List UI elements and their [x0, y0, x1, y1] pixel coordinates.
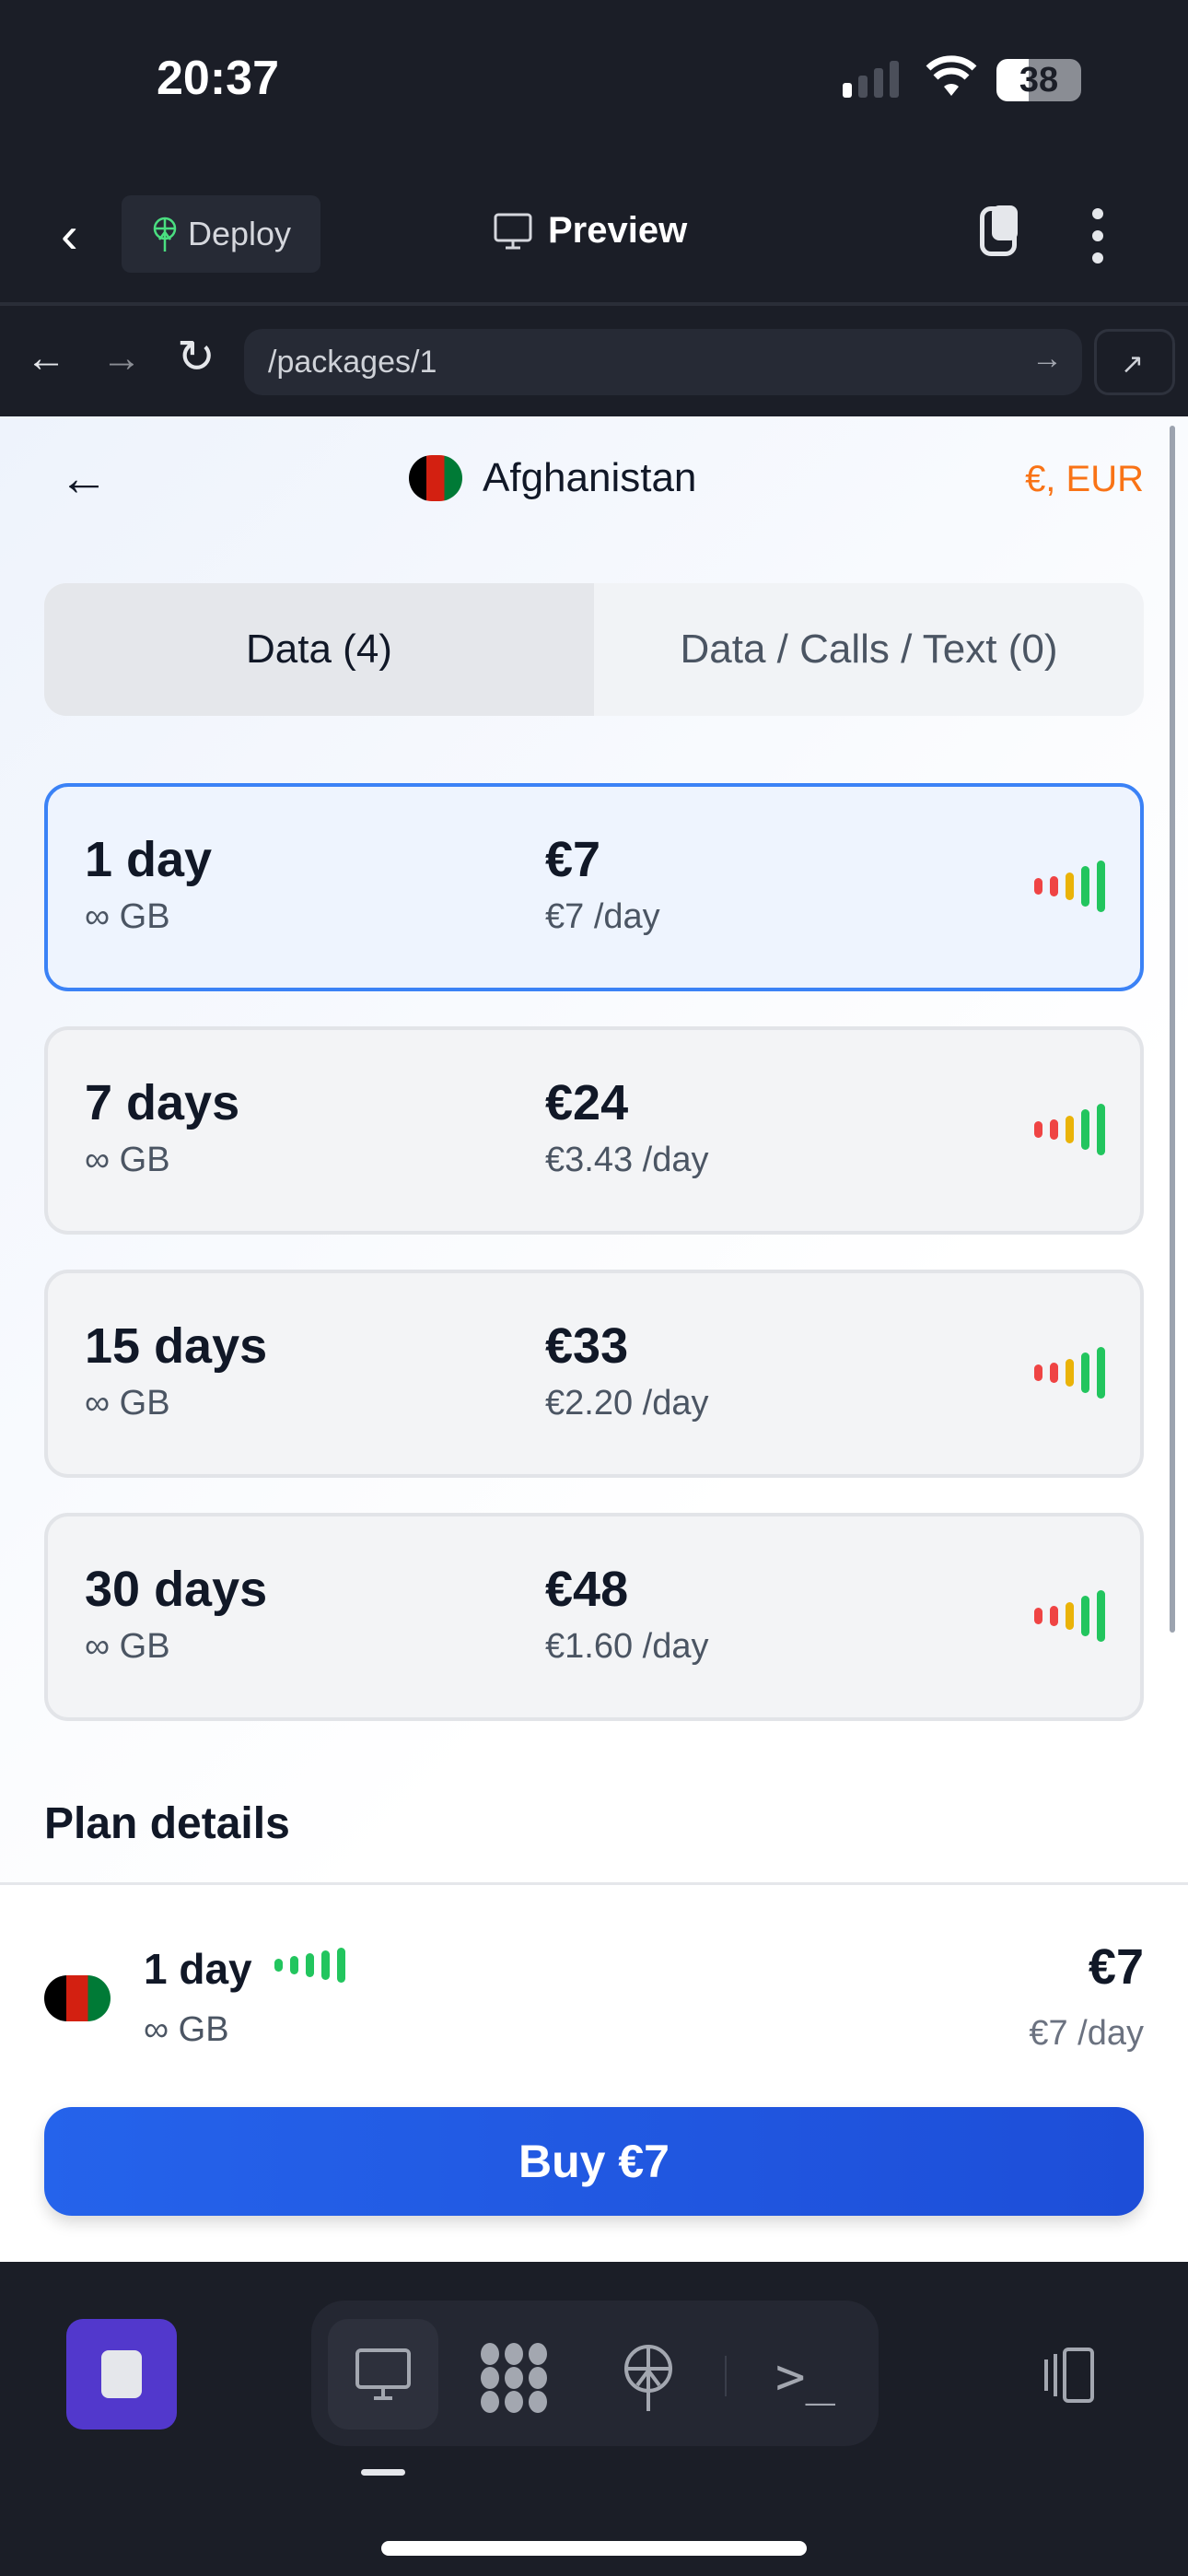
deploy-button[interactable]: Deploy [122, 195, 320, 273]
summary-duration: 1 day [144, 1945, 252, 1993]
battery-indicator: 38 [996, 59, 1081, 101]
afghanistan-flag-icon [409, 455, 462, 501]
plan-type-tabs: Data (4) Data / Calls / Text (0) [44, 583, 1144, 716]
plan-card[interactable]: 30 days ∞ GB €48 €1.60 /day [44, 1513, 1144, 1721]
go-arrow-icon[interactable]: → [1031, 341, 1063, 377]
stop-icon [101, 2350, 142, 2398]
divider [0, 302, 1188, 306]
plan-per-day: €2.20 /day [545, 1384, 709, 1423]
monitor-icon [355, 2348, 411, 2400]
plan-per-day: €7 /day [545, 897, 660, 936]
monitor-icon [494, 213, 532, 249]
preview-label: Preview [548, 210, 688, 251]
apps-tool-button[interactable] [479, 2343, 549, 2418]
plan-card[interactable]: 15 days ∞ GB €33 €2.20 /day [44, 1270, 1144, 1478]
summary-price: €7 [1088, 1939, 1144, 1995]
plan-price: €33 [545, 1318, 629, 1374]
deploy-globe-icon [624, 2345, 672, 2411]
plan-per-day: €3.43 /day [545, 1141, 709, 1179]
plan-duration: 1 day [85, 832, 213, 887]
browser-back-icon[interactable]: ← [26, 335, 66, 381]
deploy-label: Deploy [187, 215, 292, 252]
preview-tool-button[interactable] [328, 2319, 438, 2430]
summary-data: ∞ GB [144, 2010, 229, 2049]
plan-duration: 30 days [85, 1562, 268, 1617]
plan-data: ∞ GB [85, 1384, 170, 1423]
plan-details-title: Plan details [44, 1799, 290, 1848]
plan-price: €24 [545, 1075, 629, 1130]
signal-quality-icon [1034, 1104, 1105, 1155]
currency-selector[interactable]: €, EUR [1025, 459, 1144, 500]
plan-card[interactable]: 7 days ∞ GB €24 €3.43 /day [44, 1026, 1144, 1235]
plan-data: ∞ GB [85, 897, 170, 936]
home-indicator[interactable] [381, 2541, 807, 2556]
buy-button[interactable]: Buy €7 [44, 2107, 1144, 2216]
external-link-icon: ↗ [1121, 349, 1145, 380]
stop-button[interactable] [66, 2319, 177, 2430]
country-title: Afghanistan [409, 455, 696, 501]
more-menu-icon[interactable] [1092, 208, 1103, 263]
signal-quality-icon [1034, 861, 1105, 912]
deploy-globe-icon [153, 217, 177, 252]
url-input[interactable]: /packages/1 [244, 329, 1082, 395]
active-tab-indicator [361, 2469, 405, 2476]
wifi-icon [925, 55, 978, 107]
back-arrow-icon[interactable]: ← [59, 450, 109, 507]
browser-forward-icon[interactable]: → [101, 335, 142, 381]
preview-title[interactable]: Preview [493, 210, 687, 252]
open-external-button[interactable]: ↗ [1094, 329, 1175, 395]
tab-data[interactable]: Data (4) [44, 583, 594, 716]
plan-data: ∞ GB [85, 1141, 170, 1179]
tabs-icon[interactable] [980, 205, 1018, 256]
signal-quality-icon [1034, 1347, 1105, 1399]
country-name: Afghanistan [483, 455, 697, 500]
cellular-signal-icon [843, 61, 899, 98]
plan-duration: 15 days [85, 1318, 268, 1374]
reload-icon[interactable]: ↻ [177, 330, 215, 383]
plan-card[interactable]: 1 day ∞ GB €7 €7 /day [44, 783, 1144, 991]
plan-price: €48 [545, 1562, 629, 1617]
plan-data: ∞ GB [85, 1627, 170, 1666]
plan-price: €7 [545, 832, 601, 887]
summary-per-day: €7 /day [1029, 2014, 1144, 2053]
device-frame-icon [1044, 2348, 1094, 2403]
tab-data-calls-text[interactable]: Data / Calls / Text (0) [594, 583, 1144, 716]
summary-signal-icon [274, 1948, 345, 1983]
plan-duration: 7 days [85, 1075, 240, 1130]
plan-per-day: €1.60 /day [545, 1627, 709, 1666]
back-chevron-icon[interactable]: ‹ [61, 205, 78, 264]
terminal-icon[interactable]: >_ [775, 2348, 835, 2406]
status-time: 20:37 [157, 52, 279, 105]
dock-divider [725, 2356, 727, 2396]
device-rotate-button[interactable] [1033, 2347, 1098, 2408]
scrollbar[interactable] [1170, 426, 1175, 1633]
deploy-tool-button[interactable] [621, 2343, 676, 2418]
afghanistan-flag-icon [44, 1975, 111, 2021]
app-grid-icon [481, 2343, 547, 2413]
signal-quality-icon [1034, 1590, 1105, 1642]
